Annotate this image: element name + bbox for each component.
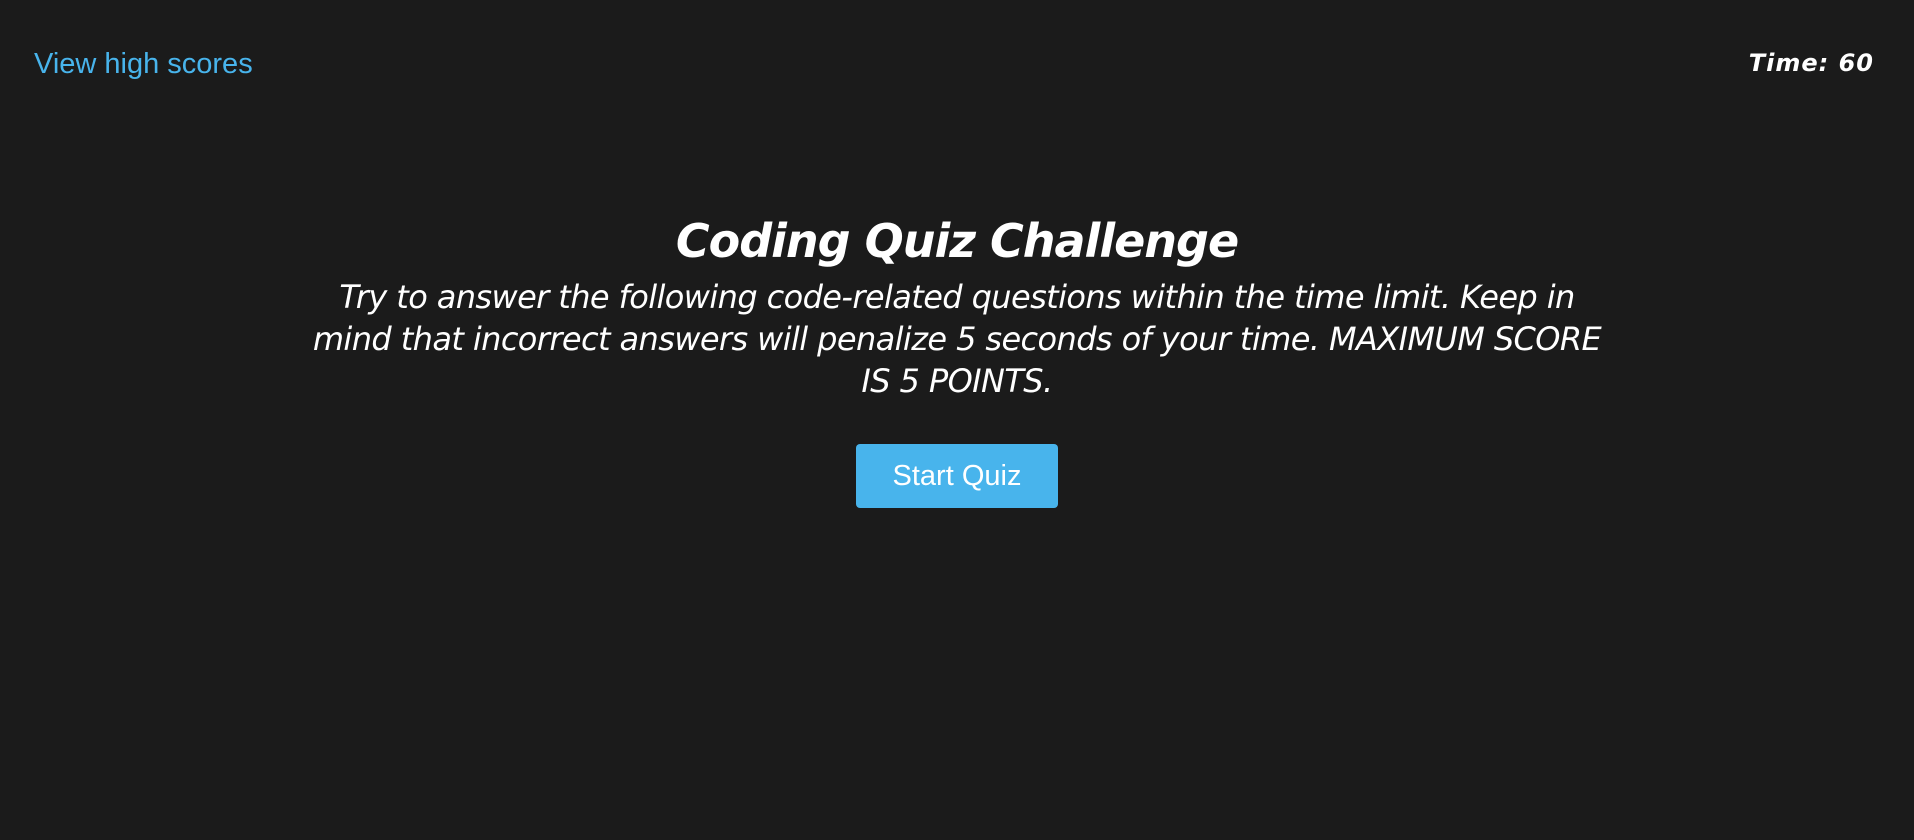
- quiz-title: Coding Quiz Challenge: [675, 214, 1239, 268]
- timer-label: Time:: [1748, 49, 1839, 77]
- view-high-scores-link[interactable]: View high scores: [34, 46, 253, 82]
- quiz-intro: Coding Quiz Challenge Try to answer the …: [0, 210, 1914, 508]
- start-quiz-button[interactable]: Start Quiz: [856, 444, 1058, 508]
- timer-value: 60: [1838, 49, 1874, 77]
- quiz-description: Try to answer the following code-related…: [312, 278, 1602, 400]
- timer: Time: 60: [1749, 48, 1874, 78]
